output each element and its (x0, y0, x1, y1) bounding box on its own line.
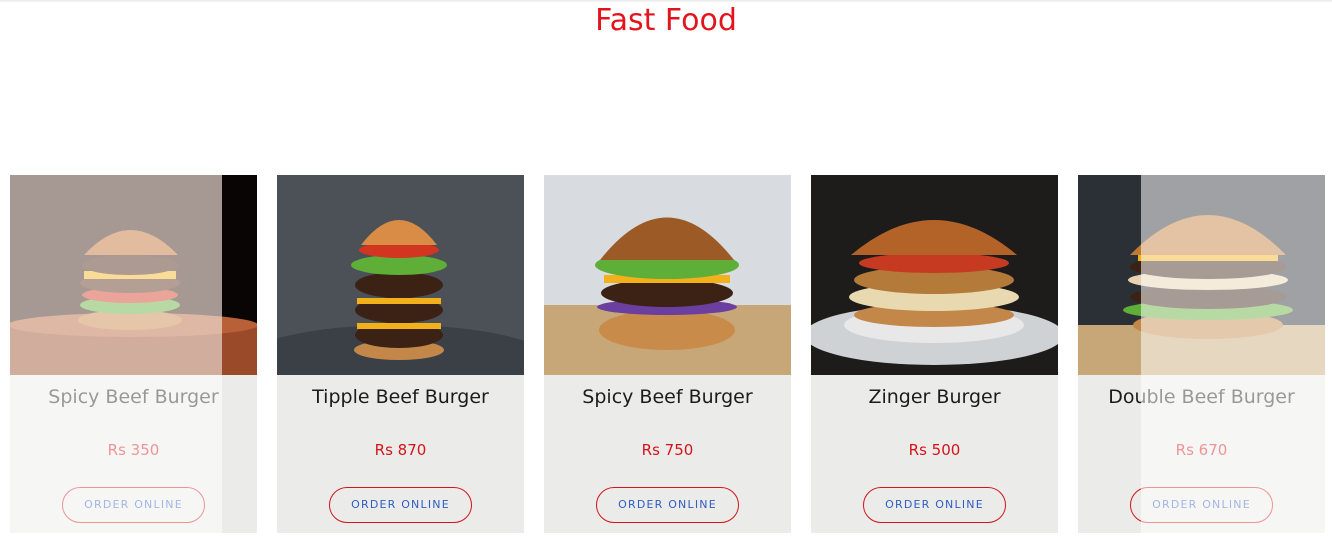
burger-icon (811, 175, 1058, 375)
burger-icon (544, 175, 791, 375)
product-card[interactable]: Spicy Beef Burger Rs 350 ORDER ONLINE (10, 175, 257, 533)
order-online-button[interactable]: ORDER ONLINE (62, 487, 205, 523)
product-carousel[interactable]: Spicy Beef Burger Rs 350 ORDER ONLINE Ti… (0, 175, 1332, 533)
order-online-button[interactable]: ORDER ONLINE (596, 487, 739, 523)
product-card[interactable]: Tipple Beef Burger Rs 870 ORDER ONLINE (277, 175, 524, 533)
product-price: Rs 350 (107, 441, 160, 459)
product-price: Rs 500 (908, 441, 961, 459)
product-image (811, 175, 1058, 375)
product-card[interactable]: Spicy Beef Burger Rs 750 ORDER ONLINE (544, 175, 791, 533)
product-name: Tipple Beef Burger (312, 386, 489, 408)
product-image (10, 175, 257, 375)
product-card[interactable]: Double Beef Burger Rs 670 ORDER ONLINE (1078, 175, 1325, 533)
product-name: Spicy Beef Burger (582, 386, 753, 408)
product-name: Spicy Beef Burger (48, 386, 219, 408)
product-image (1078, 175, 1325, 375)
burger-icon (1078, 175, 1325, 375)
product-image (277, 175, 524, 375)
burger-icon (10, 175, 257, 375)
product-card[interactable]: Zinger Burger Rs 500 ORDER ONLINE (811, 175, 1058, 533)
burger-icon (277, 175, 524, 375)
order-online-button[interactable]: ORDER ONLINE (1130, 487, 1273, 523)
order-online-button[interactable]: ORDER ONLINE (329, 487, 472, 523)
product-price: Rs 750 (641, 441, 694, 459)
section-title: Fast Food (595, 3, 737, 38)
product-price: Rs 870 (374, 441, 427, 459)
product-name: Double Beef Burger (1108, 386, 1295, 408)
product-image (544, 175, 791, 375)
product-price: Rs 670 (1175, 441, 1228, 459)
product-name: Zinger Burger (868, 386, 1001, 408)
order-online-button[interactable]: ORDER ONLINE (863, 487, 1006, 523)
